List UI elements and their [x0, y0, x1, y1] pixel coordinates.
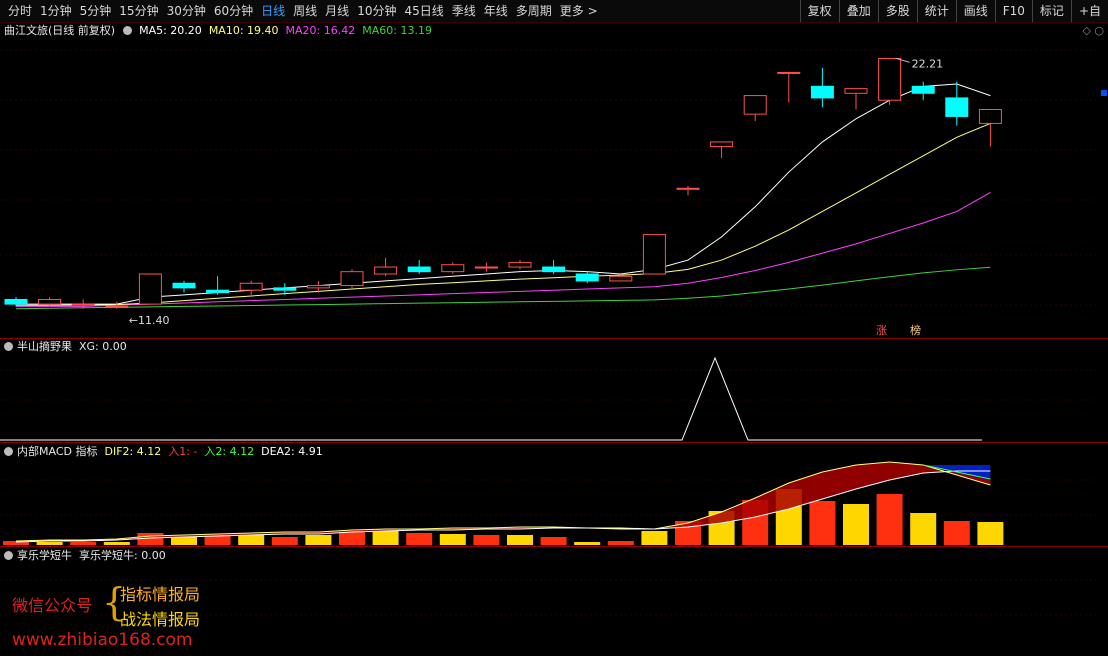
panel-divider[interactable]: [0, 546, 1108, 547]
panel-divider[interactable]: [0, 338, 1108, 339]
watermark-url: www.zhibiao168.com: [12, 630, 193, 650]
panel2-title: 半山摘野果: [17, 340, 72, 353]
candle-body-up: [609, 275, 633, 282]
candle-body-up: [306, 285, 330, 289]
macd-bar: [271, 537, 298, 545]
candle-body-down: [575, 273, 599, 282]
candle-body-up: [978, 109, 1002, 124]
candle-body-up: [441, 264, 465, 273]
macd-bar: [843, 504, 869, 545]
macd-bar: [439, 534, 466, 545]
axis-marker-icon: [1101, 90, 1107, 96]
panel3-title: 内部MACD 指标: [17, 445, 98, 458]
candle-body-up: [878, 58, 902, 101]
candle-body-up: [743, 95, 767, 115]
macd-bar: [876, 494, 903, 545]
candle-body-down: [407, 266, 431, 273]
macd-bar: [36, 542, 63, 545]
watermark-line1: 指标情报局: [120, 585, 201, 604]
watermark-line2: 战法情报局: [120, 610, 201, 629]
macd-bar: [809, 501, 836, 545]
high-price-label: 22.21: [912, 57, 944, 70]
stock-name[interactable]: 曲江文旅(日线 前复权): [4, 24, 115, 37]
panel2-value: XG: 0.00: [79, 340, 127, 353]
macd-bar: [372, 531, 399, 545]
macd-bar: [910, 513, 937, 545]
candle-body-up: [239, 282, 263, 291]
candle-body-down: [273, 287, 297, 291]
ma20-line: [16, 192, 991, 307]
candle-body-down: [542, 266, 566, 273]
in1-label: 入1: -: [168, 445, 198, 458]
low-price-label: ←11.40: [129, 314, 170, 327]
panel4-value: 享乐学短牛: 0.00: [79, 549, 166, 562]
macd-bar: [607, 541, 634, 545]
candle-body-up: [105, 305, 129, 308]
in2-label: 入2: 4.12: [204, 445, 255, 458]
candle-body-up: [340, 271, 364, 287]
macd-bar: [574, 542, 601, 545]
candle-body-up: [138, 273, 162, 305]
candle-body-up: [508, 261, 532, 268]
watermark-wechat: 微信公众号: [12, 596, 93, 615]
macd-bar: [943, 521, 970, 545]
candle-body-up: [710, 141, 734, 148]
ma10-label: MA10: 19.40: [208, 24, 279, 37]
macd-bar: [339, 532, 365, 545]
dif2-label: DIF2: 4.12: [104, 445, 162, 458]
ma5-line: [16, 83, 991, 305]
dea2-label: DEA2: 4.91: [261, 445, 323, 458]
macd-bar: [473, 535, 500, 545]
candle-body-down: [4, 298, 28, 305]
ma5-label: MA5: 20.20: [139, 24, 202, 37]
macd-bar: [70, 542, 97, 545]
panel3-header: 内部MACD 指标 DIF2: 4.12 入1: - 入2: 4.12 DEA2…: [4, 445, 323, 459]
candle-body-up: [777, 71, 801, 74]
ma10-line: [16, 122, 991, 306]
panel-divider[interactable]: [0, 442, 1108, 443]
main-panel-header: 曲江文旅(日线 前复权) MA5: 20.20 MA10: 19.40 MA20…: [4, 24, 432, 38]
ma60-label: MA60: 13.19: [362, 24, 432, 37]
candle-body-up: [844, 88, 868, 94]
macd-bar: [977, 522, 1004, 545]
ma20-label: MA20: 16.42: [285, 24, 356, 37]
panel3-dot-icon[interactable]: [4, 447, 13, 456]
candle-body-up: [38, 298, 62, 305]
macd-bar: [238, 535, 265, 545]
rank-tag: 榜: [910, 324, 921, 337]
price-chart[interactable]: 22.21 ←11.40: [0, 0, 1108, 656]
candle-body-down: [911, 85, 935, 94]
panel4-title: 享乐学短牛: [17, 549, 72, 562]
macd-bar: [641, 531, 668, 545]
candle-body-up: [676, 187, 700, 190]
candle-body-down: [206, 289, 230, 294]
candle-body-up: [71, 303, 95, 306]
candle-body-down: [945, 97, 969, 117]
macd-bar: [540, 537, 567, 545]
macd-bar: [507, 535, 533, 545]
macd-bar: [305, 535, 332, 545]
panel2-header: 半山摘野果 XG: 0.00: [4, 340, 127, 354]
macd-bar: [171, 537, 197, 545]
candle-body-down: [172, 282, 196, 289]
macd-bar: [103, 542, 130, 545]
settings-dot-icon[interactable]: [122, 26, 132, 35]
panel2-dot-icon[interactable]: [4, 342, 13, 351]
panel4-header: 享乐学短牛 享乐学短牛: 0.00: [4, 549, 166, 563]
limit-up-tag: 涨: [876, 324, 887, 337]
panel-corner-icons[interactable]: ◇ ○: [1082, 24, 1104, 37]
candle-body-down: [810, 85, 834, 99]
macd-bar: [406, 533, 433, 545]
panel4-dot-icon[interactable]: [4, 551, 13, 560]
candle-body-up: [642, 234, 666, 275]
candle-body-up: [474, 266, 498, 269]
candle-body-up: [374, 266, 398, 275]
